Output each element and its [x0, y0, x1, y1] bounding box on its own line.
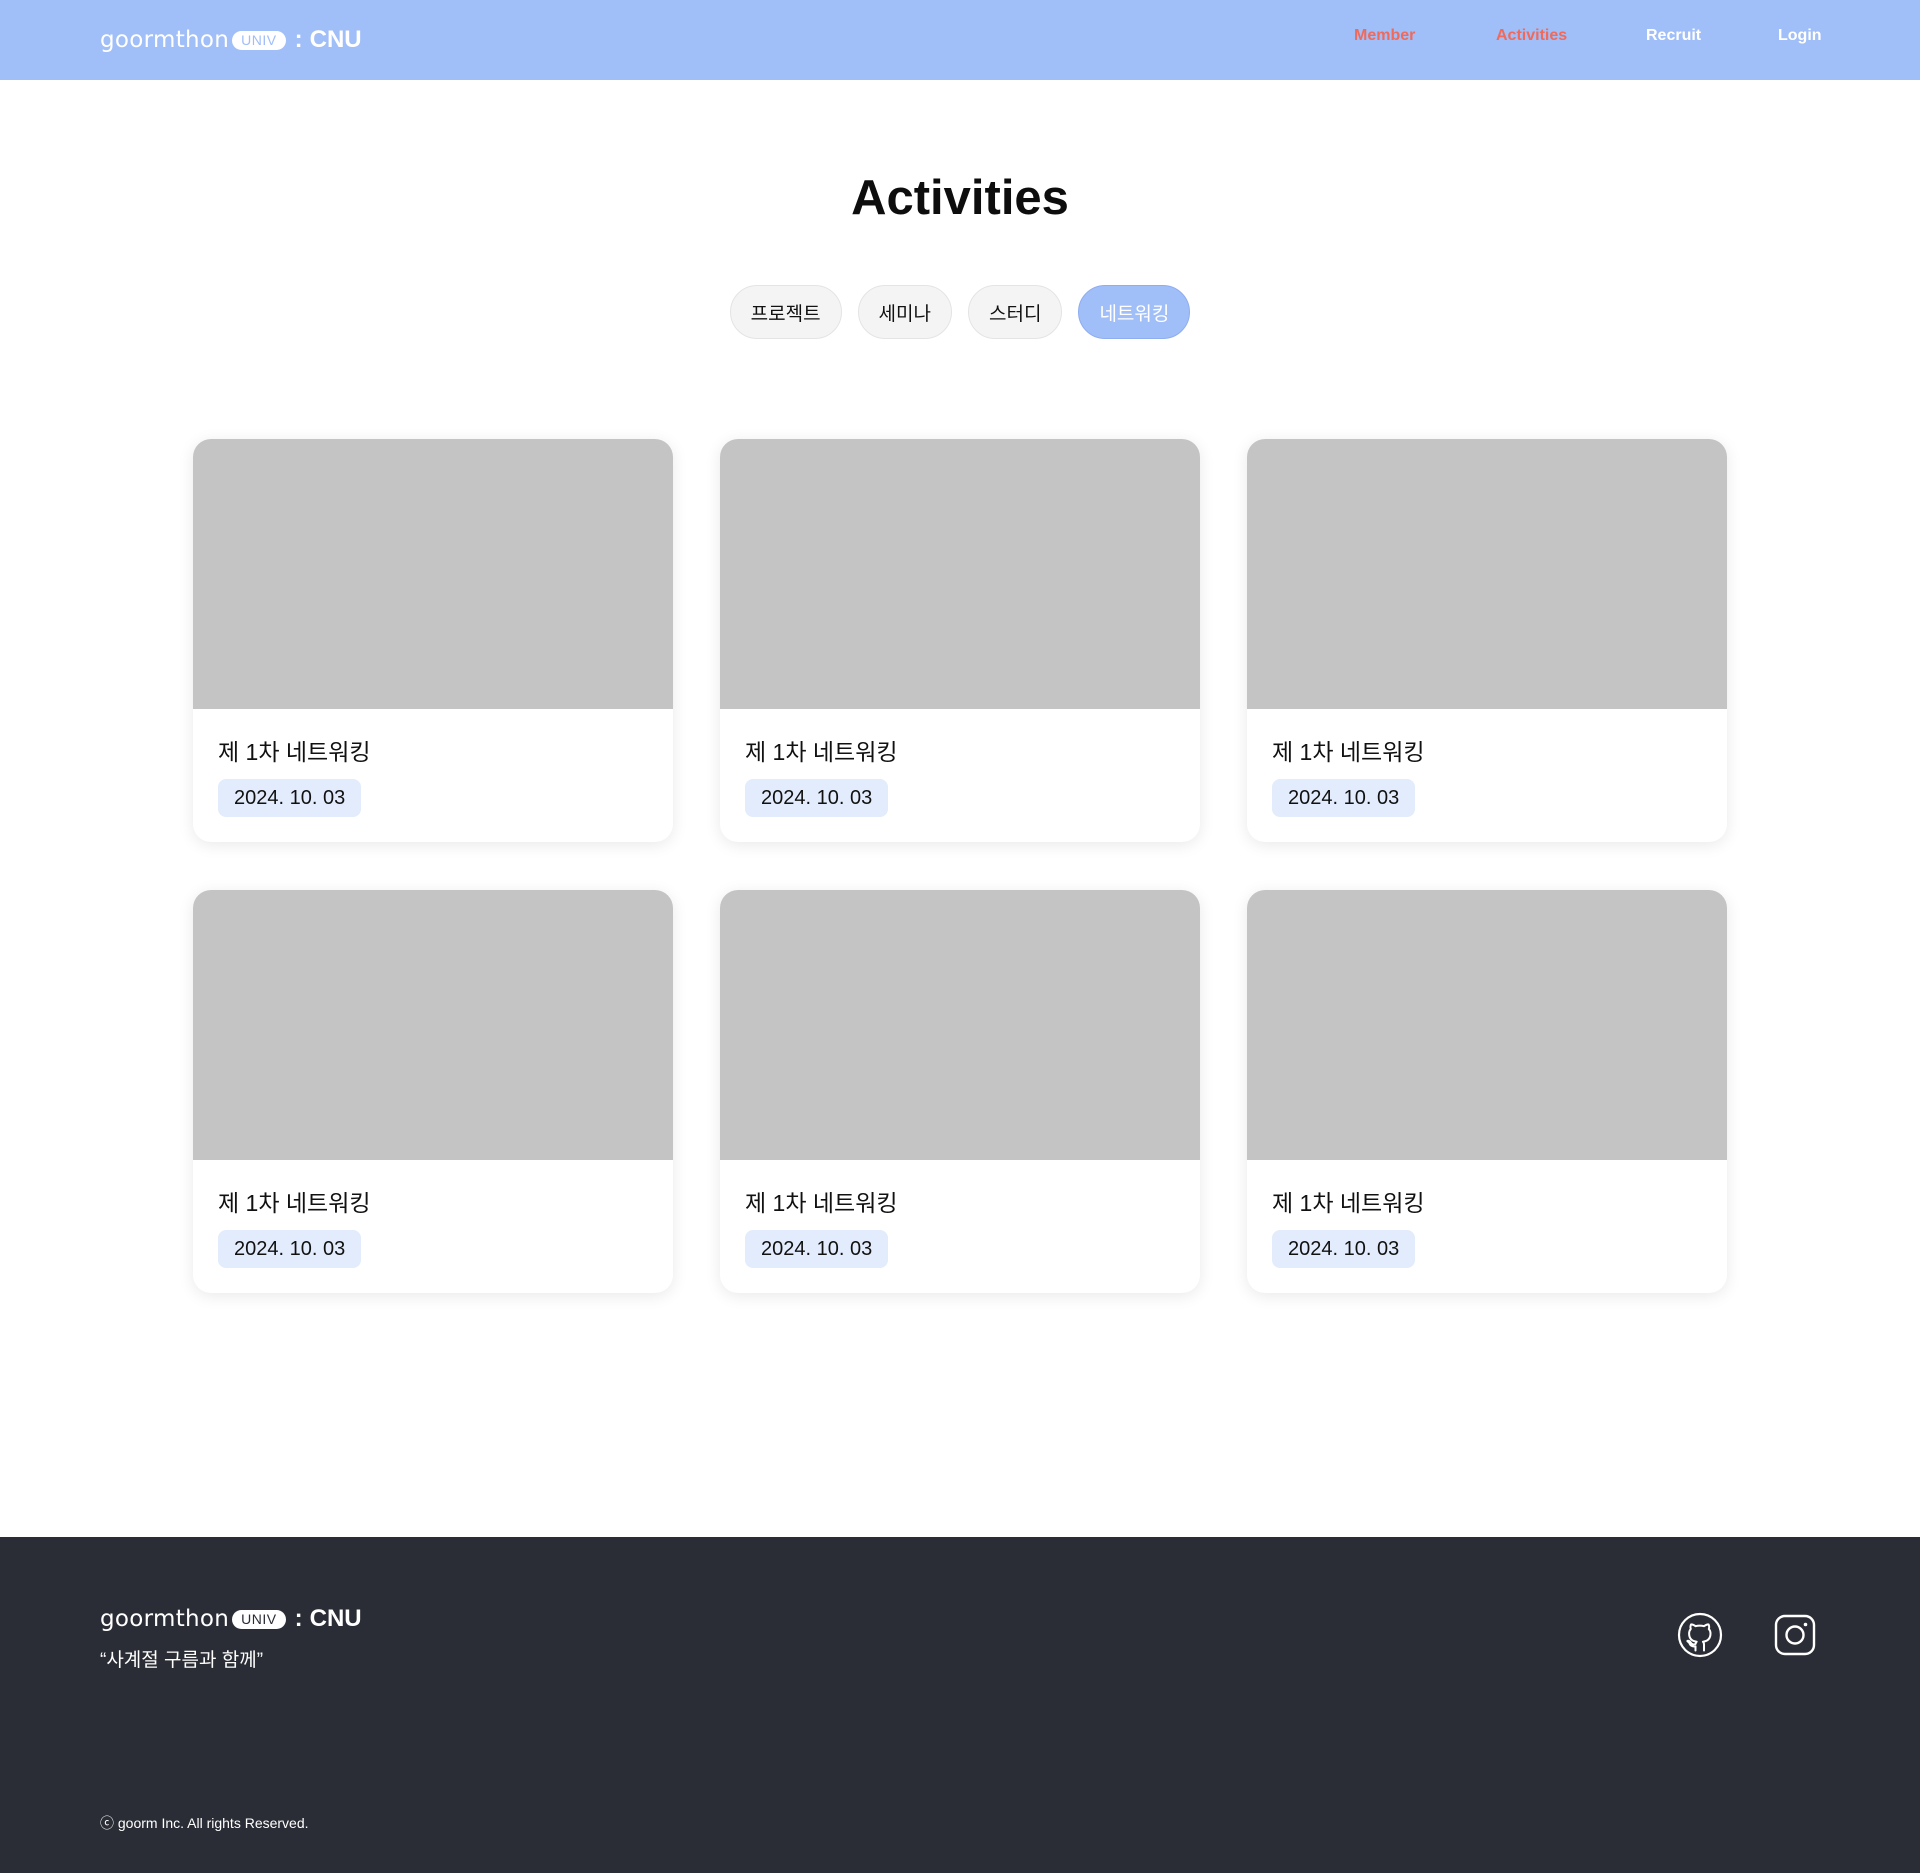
- footer-copyright: ⓒ goorm Inc. All rights Reserved.: [100, 1815, 309, 1831]
- card-date-badge: 2024. 10. 03: [745, 779, 889, 817]
- footer-tagline: “사계절 구름과 함께”: [100, 1650, 264, 1671]
- card-date-badge: 2024. 10. 03: [218, 779, 362, 817]
- card-thumbnail: [720, 439, 1200, 709]
- activity-card-grid: 제 1차 네트워킹 2024. 10. 03 제 1차 네트워킹 2024. 1…: [193, 439, 1727, 1293]
- activity-card[interactable]: 제 1차 네트워킹 2024. 10. 03: [1247, 890, 1727, 1293]
- logo-school: CNU: [309, 1605, 362, 1632]
- logo-univ-badge: UNIV: [232, 1609, 286, 1629]
- header-logo[interactable]: goormthon UNIV : CNU: [100, 23, 362, 57]
- category-filter-tabs: 프로젝트 세미나 스터디 네트워킹: [0, 285, 1920, 339]
- card-title: 제 1차 네트워킹: [745, 739, 898, 765]
- filter-networking-button[interactable]: 네트워킹: [1078, 285, 1191, 339]
- nav-member-link[interactable]: Member: [1354, 27, 1415, 45]
- activity-card[interactable]: 제 1차 네트워킹 2024. 10. 03: [1247, 439, 1727, 842]
- page-title: Activities: [851, 171, 1069, 225]
- card-thumbnail: [193, 439, 673, 709]
- filter-study-button[interactable]: 스터디: [968, 285, 1063, 339]
- activity-card[interactable]: 제 1차 네트워킹 2024. 10. 03: [193, 890, 673, 1293]
- logo-wordmark: goormthon: [100, 1606, 230, 1632]
- logo-univ-badge: UNIV: [232, 30, 286, 50]
- card-thumbnail: [1247, 890, 1727, 1160]
- footer-logo: goormthon UNIV : CNU: [100, 1602, 362, 1636]
- logo-wordmark: goormthon: [100, 27, 230, 53]
- card-title: 제 1차 네트워킹: [218, 739, 371, 765]
- logo-school: CNU: [309, 26, 362, 53]
- card-title: 제 1차 네트워킹: [745, 1190, 898, 1216]
- card-date-badge: 2024. 10. 03: [218, 1230, 362, 1268]
- card-thumbnail: [193, 890, 673, 1160]
- card-date-badge: 2024. 10. 03: [1272, 779, 1416, 817]
- filter-seminar-button[interactable]: 세미나: [857, 285, 952, 339]
- card-thumbnail: [720, 890, 1200, 1160]
- filter-project-button[interactable]: 프로젝트: [729, 285, 842, 339]
- card-date-badge: 2024. 10. 03: [745, 1230, 889, 1268]
- activity-card[interactable]: 제 1차 네트워킹 2024. 10. 03: [720, 890, 1200, 1293]
- nav-recruit-link[interactable]: Recruit: [1646, 27, 1701, 45]
- instagram-icon: [1774, 1614, 1816, 1656]
- activity-card[interactable]: 제 1차 네트워킹 2024. 10. 03: [720, 439, 1200, 842]
- card-title: 제 1차 네트워킹: [218, 1190, 371, 1216]
- github-link[interactable]: [1677, 1612, 1723, 1658]
- instagram-link[interactable]: [1772, 1612, 1818, 1658]
- logo-separator: :: [294, 26, 303, 53]
- nav-activities-link[interactable]: Activities: [1496, 27, 1567, 45]
- card-thumbnail: [1247, 439, 1727, 709]
- activity-card[interactable]: 제 1차 네트워킹 2024. 10. 03: [193, 439, 673, 842]
- site-footer: goormthon UNIV : CNU “사계절 구름과 함께” ⓒ goor…: [0, 1537, 1920, 1873]
- card-title: 제 1차 네트워킹: [1272, 739, 1425, 765]
- nav-login-link[interactable]: Login: [1778, 27, 1822, 45]
- card-title: 제 1차 네트워킹: [1272, 1190, 1425, 1216]
- card-date-badge: 2024. 10. 03: [1272, 1230, 1416, 1268]
- logo-separator: :: [294, 1605, 303, 1632]
- github-icon: [1677, 1612, 1723, 1658]
- top-navbar: goormthon UNIV : CNU Member Activities R…: [0, 0, 1920, 80]
